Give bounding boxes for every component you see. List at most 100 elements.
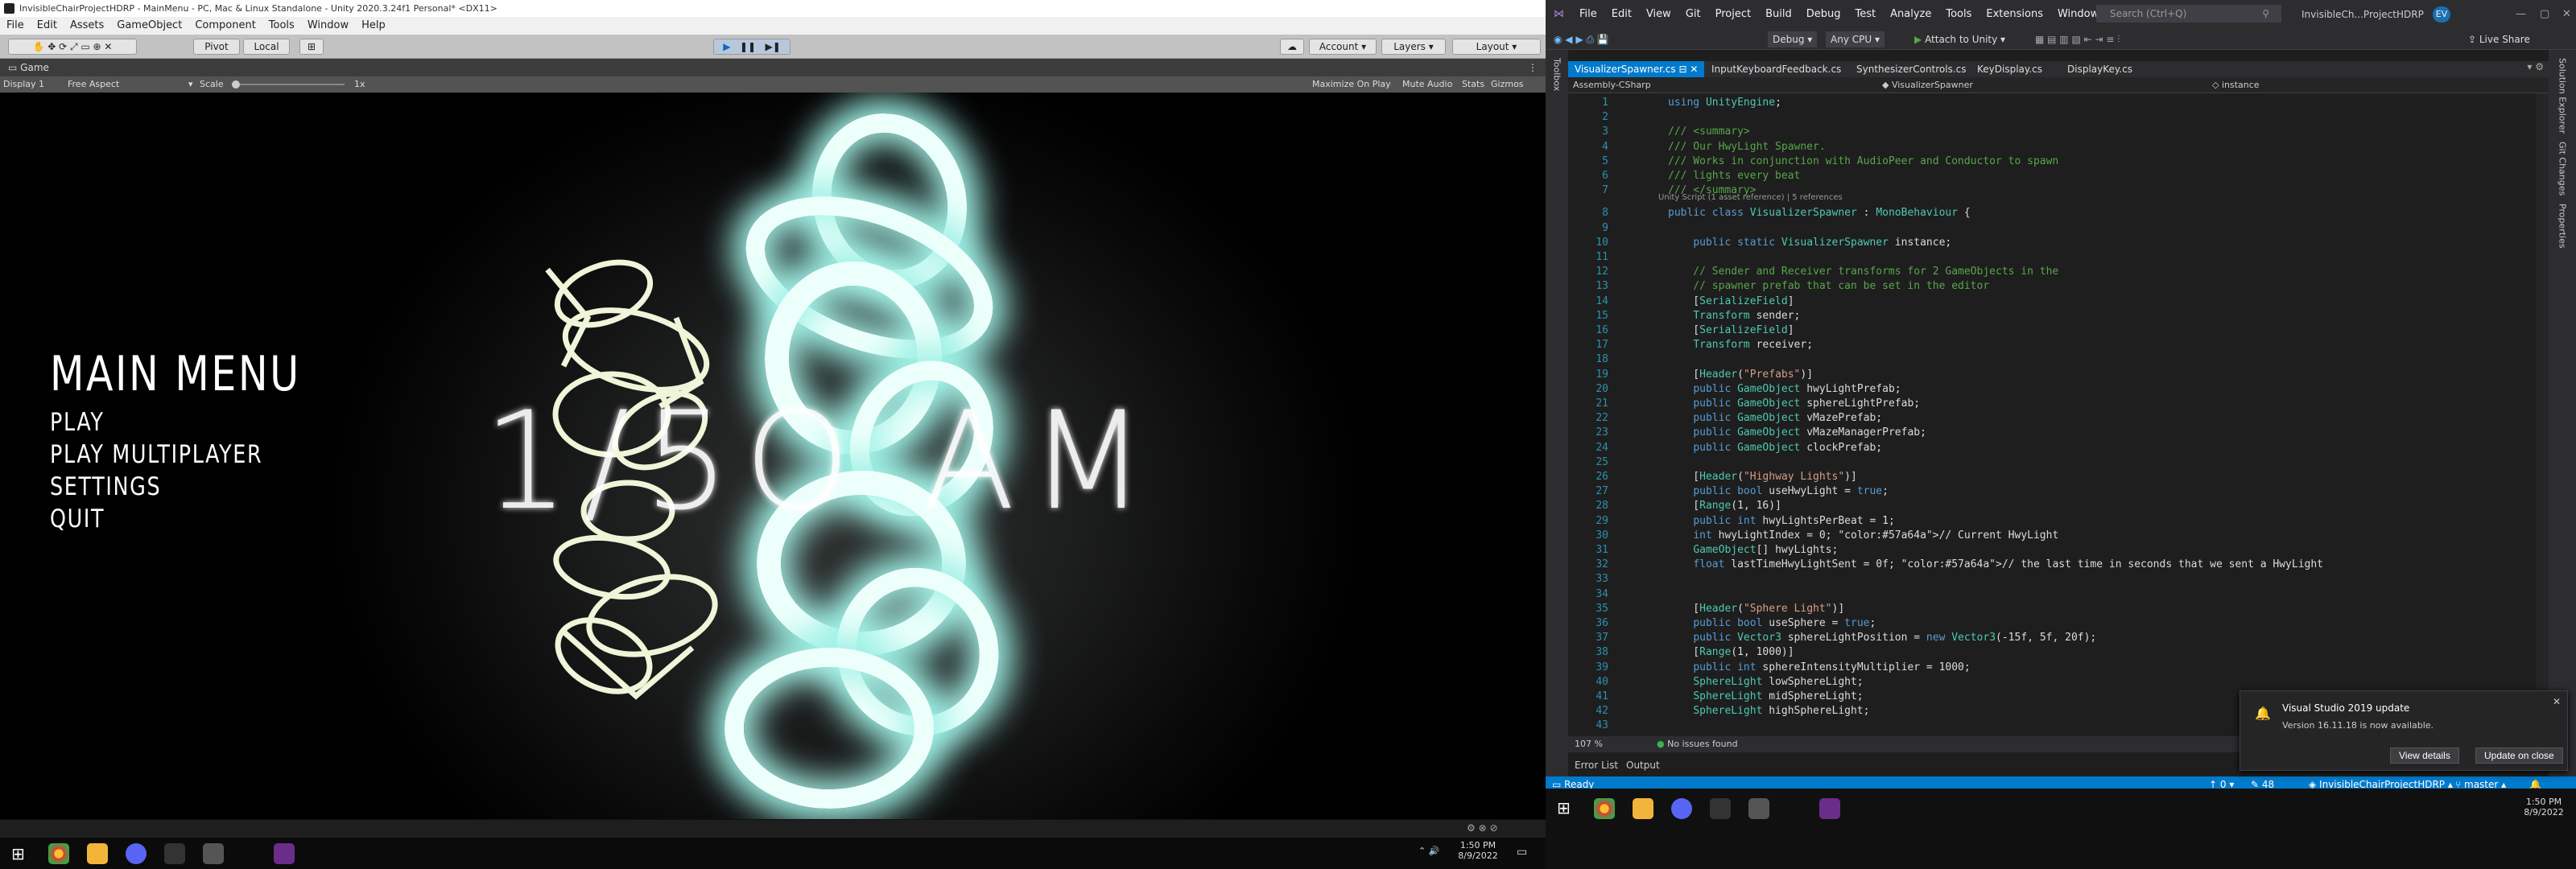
properties-tab[interactable]: Properties xyxy=(2557,204,2568,249)
code-line[interactable]: public GameObject sphereLightPrefab; xyxy=(1668,397,1920,410)
code-line[interactable]: public bool useSphere = true; xyxy=(1668,617,1876,629)
game-tab[interactable]: ▭ Game ⋮ xyxy=(0,59,1546,76)
code-line[interactable]: Transform sender; xyxy=(1668,310,1800,322)
error-list-tab[interactable]: Error List xyxy=(1575,760,1618,771)
solution-explorer-tab[interactable]: Solution Explorer xyxy=(2557,58,2568,134)
code-line[interactable]: [Range(1, 1000)] xyxy=(1668,646,1794,658)
code-line[interactable]: public static VisualizerSpawner instance… xyxy=(1668,237,1951,249)
local-toggle[interactable]: Local xyxy=(243,39,290,55)
transform-tools[interactable]: ✋ ✥ ⟳ ⤢ ▭ ⊕ ✕ xyxy=(8,39,137,55)
code-line[interactable]: using UnityEngine; xyxy=(1668,97,1781,109)
user-avatar[interactable]: EV xyxy=(2433,6,2450,23)
file-explorer-icon[interactable] xyxy=(87,843,108,864)
tab-inputkeyboardfeedback[interactable]: InputKeyboardFeedback.cs xyxy=(1705,61,1847,77)
menu-tools[interactable]: Tools xyxy=(269,17,295,35)
code-line[interactable]: float lastTimeHwyLightSent = 0f; "color:… xyxy=(1668,558,2323,570)
code-line[interactable]: SphereLight lowSphereLight; xyxy=(1668,676,1863,688)
code-line[interactable]: [Range(1, 16)] xyxy=(1668,500,1781,512)
menu-window[interactable]: Window xyxy=(308,17,349,35)
code-line[interactable]: public int hwyLightsPerBeat = 1; xyxy=(1668,515,1894,527)
code-line[interactable]: public GameObject vMazePrefab; xyxy=(1668,412,1882,424)
vs-menu-git[interactable]: Git xyxy=(1678,0,1708,29)
pause-icon[interactable]: ❚❚ xyxy=(740,41,756,52)
code-line[interactable]: [Header("Highway Lights")] xyxy=(1668,471,1857,483)
project-dropdown[interactable]: Assembly-CSharp xyxy=(1573,77,1879,93)
menu-component[interactable]: Component xyxy=(195,17,255,35)
attach-to-unity-button[interactable]: ▶ Attach to Unity ▾ xyxy=(1914,29,2005,50)
settings-button[interactable]: SETTINGS xyxy=(50,472,161,501)
platform-dropdown[interactable]: Any CPU ▾ xyxy=(1826,31,1885,47)
configuration-dropdown[interactable]: Debug ▾ xyxy=(1768,31,1818,47)
grid-snap-button[interactable]: ⊞ xyxy=(299,39,324,55)
code-line[interactable]: /// Our HwyLight Spawner. xyxy=(1668,141,1826,153)
code-line[interactable]: [SerializeField] xyxy=(1668,295,1794,307)
toolbox-panel[interactable]: Toolbox xyxy=(1546,50,1568,776)
code-line[interactable]: // Sender and Receiver transforms for 2 … xyxy=(1668,266,2058,278)
taskbar-clock[interactable]: 1:50 PM 8/9/2022 xyxy=(1455,840,1501,861)
gizmos-dropdown[interactable]: Gizmos xyxy=(1491,76,1524,93)
game-viewport[interactable]: MAIN MENU PLAY PLAY MULTIPLAYER SETTINGS… xyxy=(0,93,1546,819)
tab-menu-icon[interactable]: ⋮ xyxy=(1528,59,1538,76)
view-details-button[interactable]: View details xyxy=(2390,748,2459,764)
git-changes-tab[interactable]: Git Changes xyxy=(2557,142,2568,196)
code-line[interactable]: SphereLight midSphereLight; xyxy=(1668,690,1863,702)
tab-keydisplay[interactable]: KeyDisplay.cs xyxy=(1971,61,2049,77)
chevron-down-icon[interactable]: ▾ xyxy=(188,76,193,93)
code-line[interactable]: public GameObject clockPrefab; xyxy=(1668,442,1882,454)
close-icon[interactable]: ✕ xyxy=(2555,0,2576,29)
member-dropdown[interactable]: ◇ instance xyxy=(2212,77,2534,93)
code-line[interactable]: public bool useHwyLight = true; xyxy=(1668,485,1889,497)
aspect-dropdown[interactable]: Free Aspect xyxy=(68,76,119,93)
file-explorer-icon[interactable] xyxy=(1633,798,1653,819)
vs-menu-edit[interactable]: Edit xyxy=(1604,0,1639,29)
scale-slider-handle[interactable] xyxy=(232,80,240,89)
code-line[interactable]: int hwyLightIndex = 0; "color:#57a64a">/… xyxy=(1668,529,2058,542)
issues-indicator[interactable]: ● No issues found xyxy=(1657,736,1738,752)
menu-edit[interactable]: Edit xyxy=(37,17,57,35)
mute-audio-toggle[interactable]: Mute Audio xyxy=(1402,76,1452,93)
game-app-icon[interactable] xyxy=(203,843,224,864)
vs-menu-analyze[interactable]: Analyze xyxy=(1883,0,1938,29)
vs-menu-project[interactable]: Project xyxy=(1708,0,1758,29)
game-app-icon[interactable] xyxy=(1748,798,1769,819)
vs-menu-test[interactable]: Test xyxy=(1848,0,1884,29)
chrome-icon[interactable] xyxy=(1594,798,1615,819)
close-icon[interactable]: ✕ xyxy=(2553,696,2561,707)
maximize-on-play-toggle[interactable]: Maximize On Play xyxy=(1312,76,1391,93)
stats-toggle[interactable]: Stats xyxy=(1462,76,1484,93)
account-dropdown[interactable]: Account ▾ xyxy=(1309,39,1377,55)
layers-dropdown[interactable]: Layers ▾ xyxy=(1381,39,1446,55)
visual-studio-icon[interactable] xyxy=(274,843,295,864)
vs-menu-build[interactable]: Build xyxy=(1758,0,1799,29)
zoom-level[interactable]: 107 % xyxy=(1575,736,1603,752)
menu-assets[interactable]: Assets xyxy=(70,17,104,35)
vs-search-input[interactable]: Search (Ctrl+Q) ⚲ xyxy=(2096,5,2281,23)
display-dropdown[interactable]: Display 1 xyxy=(3,76,44,93)
tab-overflow-icon[interactable]: ▾ ⚙ xyxy=(2527,61,2544,72)
code-line[interactable]: // spawner prefab that can be set in the… xyxy=(1668,280,1989,292)
live-share-button[interactable]: ⇪ Live Share xyxy=(2468,29,2530,50)
quit-button[interactable]: QUIT xyxy=(50,505,105,533)
windows-start-icon[interactable]: ⊞ xyxy=(1557,798,1571,818)
code-line[interactable]: /// Works in conjunction with AudioPeer … xyxy=(1668,155,2058,167)
maximize-icon[interactable]: ▢ xyxy=(2533,0,2557,29)
output-tab[interactable]: Output xyxy=(1626,760,1660,771)
code-line[interactable]: GameObject[] hwyLights; xyxy=(1668,544,1838,556)
vertical-scrollbar[interactable] xyxy=(2536,93,2549,736)
discord-icon[interactable] xyxy=(126,843,147,864)
code-line[interactable]: [Header("Sphere Light")] xyxy=(1668,603,1844,615)
code-line[interactable]: [Header("Prefabs")] xyxy=(1668,369,1813,381)
play-button[interactable]: PLAY xyxy=(50,408,105,437)
code-line[interactable]: public int sphereIntensityMultiplier = 1… xyxy=(1668,661,1970,673)
vs-menu-view[interactable]: View xyxy=(1639,0,1678,29)
unity-hub-icon[interactable] xyxy=(1710,798,1731,819)
menu-file[interactable]: File xyxy=(6,17,24,35)
vs-menu-extensions[interactable]: Extensions xyxy=(1979,0,2050,29)
scale-slider[interactable] xyxy=(232,84,345,85)
step-icon[interactable]: ▶❚ xyxy=(765,41,780,52)
code-line[interactable]: public class VisualizerSpawner : MonoBeh… xyxy=(1668,207,1971,219)
taskbar-clock[interactable]: 1:50 PM 8/9/2022 xyxy=(2521,797,2566,818)
toolbar-icons[interactable]: ▦ ▤ ▥ ▧ ⇤ ⇥ ≡ ⫶ xyxy=(2035,29,2120,50)
tray-icons[interactable]: ⌃ 🔊 xyxy=(1418,846,1439,856)
code-line[interactable]: /// lights every beat xyxy=(1668,170,1800,182)
